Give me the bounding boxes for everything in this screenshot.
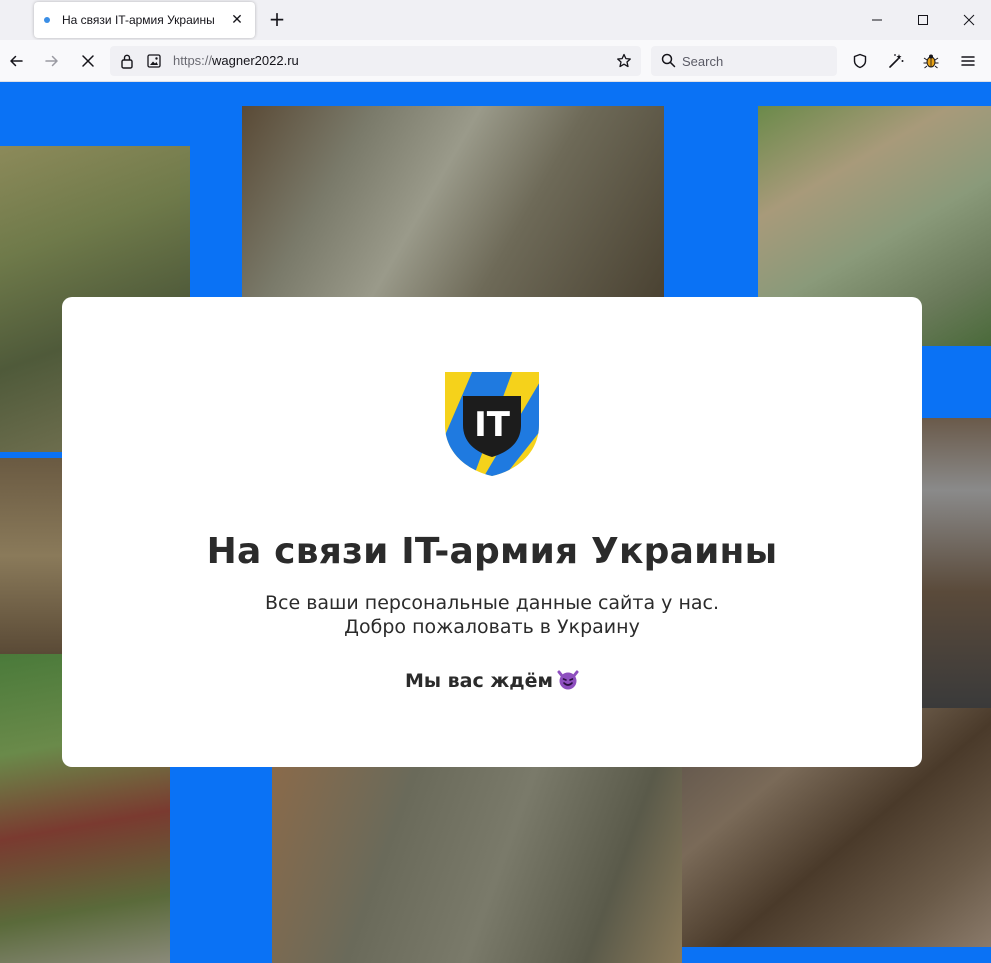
search-input[interactable]: Search	[682, 54, 723, 69]
extension-button[interactable]	[884, 49, 908, 73]
new-tab-button[interactable]: +	[266, 8, 288, 30]
hamburger-icon	[961, 56, 975, 66]
search-icon	[661, 53, 676, 68]
subtext-line-1: Все ваши персональные данные сайта у нас…	[264, 592, 719, 614]
shield-icon	[853, 53, 867, 69]
browser-tab-active[interactable]: На связи IT-армия Украины ✕	[34, 2, 255, 38]
url-text: https://wagner2022.ru	[173, 53, 299, 68]
background-photo-tile	[922, 418, 991, 708]
bug-extension-button[interactable]	[919, 49, 943, 73]
star-icon[interactable]	[616, 53, 632, 69]
search-bar[interactable]: Search	[651, 46, 837, 76]
maximize-icon	[918, 15, 928, 25]
page-viewport: IT На связи IT-армия Украины Все ваши пе…	[0, 82, 991, 963]
forward-button[interactable]	[40, 49, 64, 73]
image-icon[interactable]	[147, 54, 161, 68]
tracking-protection-button[interactable]	[848, 49, 872, 73]
tab-favicon-icon	[44, 17, 50, 23]
lock-icon[interactable]	[120, 53, 134, 69]
background-photo-tile	[0, 458, 62, 654]
background-photo-tile	[242, 106, 664, 298]
tagline-text: Мы вас ждём	[404, 670, 554, 692]
tab-title: На связи IT-армия Украины	[62, 13, 215, 27]
url-host: wagner2022.ru	[212, 53, 299, 68]
tab-strip: На связи IT-армия Украины ✕ +	[0, 0, 991, 40]
smiling-devil-icon	[557, 670, 579, 690]
address-bar[interactable]: https://wagner2022.ru	[110, 46, 641, 76]
page-title: На связи IT-армия Украины	[206, 531, 778, 572]
subtext-line-2: Добро пожаловать в Украину	[344, 616, 640, 638]
app-menu-button[interactable]	[956, 49, 980, 73]
page-subtext: Все ваши персональные данные сайта у нас…	[62, 591, 922, 639]
minimize-icon	[872, 19, 882, 21]
maximize-button[interactable]	[910, 7, 936, 33]
close-icon	[82, 55, 94, 67]
arrow-left-icon	[10, 55, 23, 67]
message-card: IT На связи IT-армия Украины Все ваши пе…	[62, 297, 922, 767]
it-army-shield-logo: IT	[445, 372, 539, 476]
close-window-button[interactable]	[956, 7, 982, 33]
wand-icon	[889, 54, 904, 68]
arrow-right-icon	[45, 55, 58, 67]
navigation-toolbar: https://wagner2022.ru Search	[0, 40, 991, 82]
url-scheme: https://	[173, 53, 213, 68]
bug-icon	[923, 54, 939, 69]
background-photo-tile	[272, 767, 682, 963]
stop-button[interactable]	[76, 49, 100, 73]
tagline: Мы вас ждём	[62, 670, 922, 692]
close-window-icon	[963, 14, 975, 26]
logo-text: IT	[474, 405, 511, 445]
back-button[interactable]	[4, 49, 28, 73]
minimize-button[interactable]	[864, 7, 890, 33]
tab-close-icon[interactable]: ✕	[229, 12, 245, 28]
